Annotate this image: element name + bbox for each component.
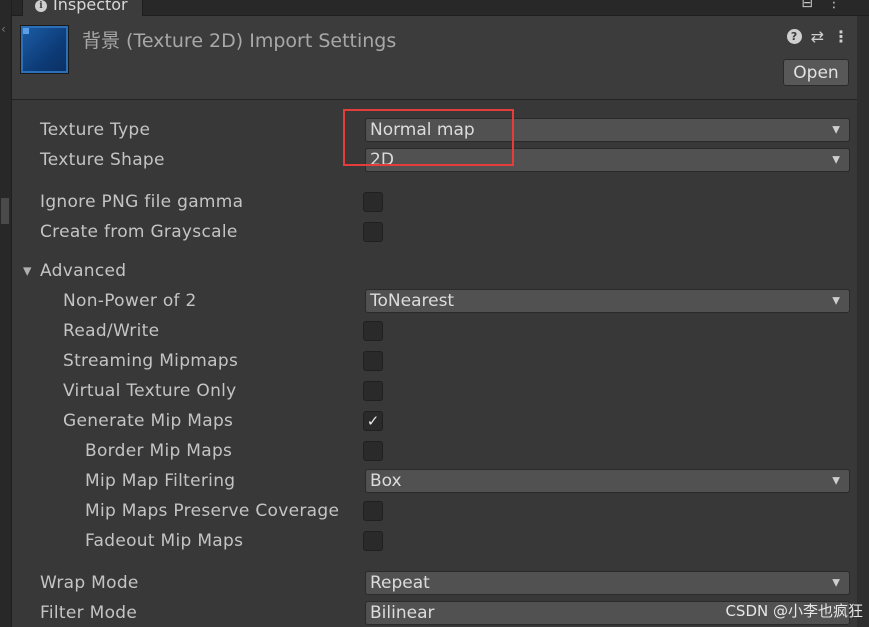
dropdown-arrow-icon: ▼ [832, 577, 840, 589]
foldout-expanded-icon[interactable]: ▼ [23, 265, 31, 278]
row-wrap-mode: Wrap Mode Repeat ▼ [12, 568, 857, 598]
lock-icon[interactable]: ⊟ [801, 0, 813, 11]
row-texture-shape: Texture Shape 2D ▼ [12, 145, 857, 175]
dropdown-arrow-icon: ▼ [832, 154, 840, 166]
texture-type-dropdown[interactable]: Normal map ▼ [365, 118, 850, 142]
dropdown-arrow-icon: ▼ [832, 475, 840, 487]
tab-menu-icon[interactable]: ⋮ [827, 0, 841, 11]
fadeout-mip-maps-checkbox[interactable] [363, 531, 383, 551]
texture-shape-value: 2D [370, 150, 394, 170]
page-title: 背景 (Texture 2D) Import Settings [82, 30, 397, 52]
generate-mip-maps-label: Generate Mip Maps [63, 411, 234, 431]
row-virtual-texture-only: Virtual Texture Only [12, 376, 857, 406]
texture-type-label: Texture Type [40, 120, 151, 140]
ignore-png-gamma-label: Ignore PNG file gamma [40, 192, 244, 212]
row-ignore-png-gamma: Ignore PNG file gamma [12, 187, 857, 217]
more-options-icon[interactable]: ⋮ [833, 27, 849, 46]
virtual-texture-only-checkbox[interactable] [363, 381, 383, 401]
non-power-of-2-dropdown[interactable]: ToNearest ▼ [365, 289, 850, 313]
streaming-mipmaps-label: Streaming Mipmaps [63, 351, 239, 371]
dropdown-arrow-icon: ▼ [832, 295, 840, 307]
row-generate-mip-maps: Generate Mip Maps ✓ [12, 406, 857, 436]
presets-icon[interactable]: ⇄ [811, 27, 824, 46]
fadeout-mip-maps-label: Fadeout Mip Maps [85, 531, 244, 551]
row-create-from-grayscale: Create from Grayscale [12, 217, 857, 247]
filter-mode-label: Filter Mode [40, 603, 138, 623]
row-fadeout-mip-maps: Fadeout Mip Maps [12, 526, 857, 556]
help-icon[interactable]: ? [786, 29, 802, 44]
mip-map-filtering-dropdown[interactable]: Box ▼ [365, 469, 850, 493]
tab-inspector[interactable]: i Inspector [22, 0, 143, 16]
header-toolbar: ? ⇄ ⋮ [786, 27, 849, 46]
collapse-arrow-icon[interactable]: ‹ [1, 22, 9, 38]
border-mip-maps-label: Border Mip Maps [85, 441, 233, 461]
row-read-write: Read/Write [12, 316, 857, 346]
tab-bar: i Inspector ⊟ ⋮ [12, 0, 869, 16]
advanced-label: Advanced [40, 261, 127, 281]
dropdown-arrow-icon: ▼ [832, 124, 840, 136]
row-streaming-mipmaps: Streaming Mipmaps [12, 346, 857, 376]
wrap-mode-dropdown[interactable]: Repeat ▼ [365, 571, 850, 595]
watermark: CSDN @小李也疯狂 [725, 602, 863, 620]
row-texture-type: Texture Type Normal map ▼ [12, 115, 857, 145]
tab-controls: ⊟ ⋮ [801, 0, 841, 11]
row-border-mip-maps: Border Mip Maps [12, 436, 857, 466]
info-icon: i [35, 0, 47, 12]
import-settings-header: 背景 (Texture 2D) Import Settings ? ⇄ ⋮ Op… [12, 16, 857, 100]
mip-maps-preserve-coverage-checkbox[interactable] [363, 501, 383, 521]
row-mip-map-filtering: Mip Map Filtering Box ▼ [12, 466, 857, 496]
scrollbar[interactable] [857, 16, 869, 627]
create-from-grayscale-checkbox[interactable] [363, 222, 383, 242]
tab-label: Inspector [53, 0, 128, 14]
read-write-label: Read/Write [63, 321, 160, 341]
texture-shape-label: Texture Shape [40, 150, 165, 170]
read-write-checkbox[interactable] [363, 321, 383, 341]
left-panel-handle[interactable] [1, 198, 9, 224]
streaming-mipmaps-checkbox[interactable] [363, 351, 383, 371]
mip-map-filtering-value: Box [370, 471, 402, 491]
filter-mode-value: Bilinear [370, 603, 435, 623]
ignore-png-gamma-checkbox[interactable] [363, 192, 383, 212]
non-power-of-2-label: Non-Power of 2 [63, 291, 197, 311]
texture-shape-dropdown[interactable]: 2D ▼ [365, 148, 850, 172]
wrap-mode-label: Wrap Mode [40, 573, 139, 593]
import-settings-panel: Texture Type Normal map ▼ Texture Shape … [12, 101, 857, 627]
mip-map-filtering-label: Mip Map Filtering [85, 471, 236, 491]
create-from-grayscale-label: Create from Grayscale [40, 222, 238, 242]
wrap-mode-value: Repeat [370, 573, 430, 593]
open-button[interactable]: Open [783, 59, 849, 86]
generate-mip-maps-checkbox[interactable]: ✓ [363, 411, 383, 431]
texture-thumbnail [20, 25, 69, 74]
checkmark-icon: ✓ [366, 412, 380, 430]
row-non-power-of-2: Non-Power of 2 ToNearest ▼ [12, 286, 857, 316]
advanced-foldout[interactable]: ▼ Advanced [12, 256, 857, 286]
left-panel-edge: ‹ [0, 0, 12, 627]
row-mip-maps-preserve-coverage: Mip Maps Preserve Coverage [12, 496, 857, 526]
mip-maps-preserve-coverage-label: Mip Maps Preserve Coverage [85, 501, 340, 521]
border-mip-maps-checkbox[interactable] [363, 441, 383, 461]
virtual-texture-only-label: Virtual Texture Only [63, 381, 237, 401]
non-power-of-2-value: ToNearest [370, 291, 455, 311]
texture-type-value: Normal map [370, 120, 475, 140]
